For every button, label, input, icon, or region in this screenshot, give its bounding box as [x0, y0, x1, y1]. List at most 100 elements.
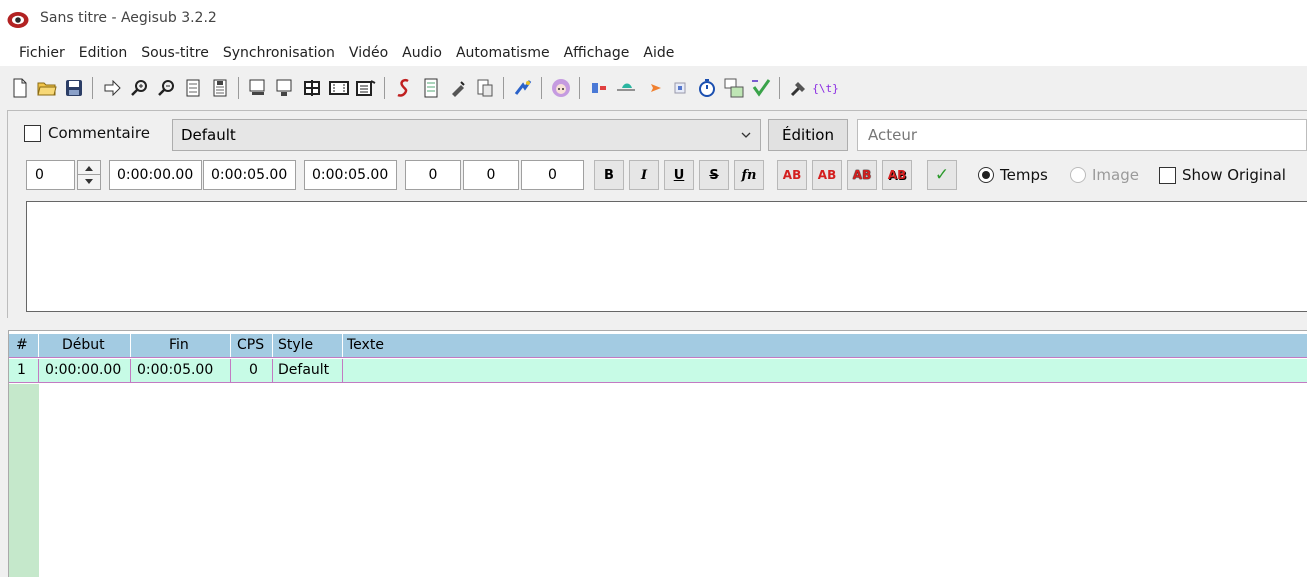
menu-bar: Fichier Edition Sous-titre Synchronisati…: [0, 40, 1307, 66]
video-zoom-icon[interactable]: [300, 76, 324, 100]
subtitle-text-editor[interactable]: [26, 201, 1307, 312]
toolbar-separator: [579, 77, 580, 99]
comment-checkbox[interactable]: [24, 125, 41, 142]
menu-aide[interactable]: Aide: [636, 45, 681, 61]
checkmark-icon: ✓: [934, 165, 950, 185]
layer-field[interactable]: 0: [26, 160, 75, 190]
shift-times-icon[interactable]: [246, 76, 270, 100]
fonts-collector-icon[interactable]: [473, 76, 497, 100]
col-end-header: Fin: [169, 337, 189, 353]
keyframes-icon[interactable]: [354, 76, 378, 100]
col-cps-header: CPS: [237, 337, 265, 353]
toolbar-separator: [503, 77, 504, 99]
edit-style-button[interactable]: Édition: [768, 119, 848, 151]
attachments-icon[interactable]: [446, 76, 470, 100]
toolbar-separator: [238, 77, 239, 99]
tag-toggle-icon[interactable]: {\t}: [812, 76, 839, 100]
row-number: 1: [17, 362, 26, 378]
menu-audio[interactable]: Audio: [395, 45, 449, 61]
video-details-icon[interactable]: [327, 76, 351, 100]
primary-color-button[interactable]: AB: [777, 160, 807, 190]
row-end-time: 0:00:05.00: [137, 362, 214, 378]
select-lines-icon[interactable]: [668, 76, 692, 100]
new-file-icon[interactable]: [8, 76, 32, 100]
col-style-header: Style: [278, 337, 314, 353]
shadow-color-button[interactable]: AB: [882, 160, 912, 190]
resample-icon[interactable]: [587, 76, 611, 100]
grid-gutter: [9, 384, 39, 577]
window-title: Sans titre - Aegisub 3.2.2: [40, 10, 217, 26]
show-original-label: Show Original: [1182, 166, 1286, 184]
kanji-timer-icon[interactable]: [641, 76, 665, 100]
outline-color-button[interactable]: AB: [847, 160, 877, 190]
end-time-field[interactable]: 0:00:05.00: [203, 160, 296, 190]
toolbar-separator: [541, 77, 542, 99]
translation-icon[interactable]: [722, 76, 746, 100]
commit-button[interactable]: ✓: [927, 160, 957, 190]
options-icon[interactable]: [787, 76, 811, 100]
grid-header: # Début Fin CPS Style Texte: [9, 334, 1307, 358]
comment-label: Commentaire: [48, 124, 150, 142]
spin-up-icon[interactable]: [78, 161, 100, 175]
frame-mode-radio[interactable]: [1070, 167, 1086, 183]
toolbar-separator: [384, 77, 385, 99]
underline-button[interactable]: U: [664, 160, 694, 190]
timer-icon[interactable]: [695, 76, 719, 100]
time-mode-radio[interactable]: [978, 167, 994, 183]
zoom-in-icon[interactable]: [127, 76, 151, 100]
styles-manager-icon[interactable]: [392, 76, 416, 100]
toolbar-separator: [779, 77, 780, 99]
actor-field[interactable]: Acteur: [857, 119, 1307, 151]
properties-icon[interactable]: [419, 76, 443, 100]
shift-to-video-icon[interactable]: [273, 76, 297, 100]
menu-synchronisation[interactable]: Synchronisation: [216, 45, 342, 61]
margin-vertical-field[interactable]: 0: [521, 160, 584, 190]
menu-sous-titre[interactable]: Sous-titre: [134, 45, 216, 61]
table-row[interactable]: 1 0:00:00.00 0:00:05.00 0 Default: [9, 359, 1307, 383]
spin-down-icon[interactable]: [78, 175, 100, 189]
row-style: Default: [278, 362, 330, 378]
tag-toggle-label: {\t}: [812, 81, 839, 95]
strikeout-button[interactable]: S: [699, 160, 729, 190]
automation-icon[interactable]: [511, 76, 535, 100]
save-icon[interactable]: [62, 76, 86, 100]
font-button[interactable]: fn: [734, 160, 764, 190]
spellcheck-icon[interactable]: [749, 76, 773, 100]
jump-to-icon[interactable]: [100, 76, 124, 100]
col-start-header: Début: [62, 337, 105, 353]
toolbar: {\t}: [0, 72, 1307, 104]
duration-field[interactable]: 0:00:05.00: [304, 160, 397, 190]
start-time-field[interactable]: 0:00:00.00: [109, 160, 202, 190]
secondary-color-button[interactable]: AB: [812, 160, 842, 190]
snap-end-icon[interactable]: [208, 76, 232, 100]
menu-affichage[interactable]: Affichage: [557, 45, 637, 61]
show-original-checkbox[interactable]: [1159, 167, 1176, 184]
menu-automatisme[interactable]: Automatisme: [449, 45, 557, 61]
menu-video[interactable]: Vidéo: [342, 45, 395, 61]
row-start-time: 0:00:00.00: [45, 362, 122, 378]
col-number-header: #: [16, 337, 28, 353]
open-folder-icon[interactable]: [35, 76, 59, 100]
aegisub-logo-icon: [7, 12, 29, 28]
assistant-icon[interactable]: [549, 76, 573, 100]
layer-spinner[interactable]: [77, 160, 101, 190]
toolbar-separator: [92, 77, 93, 99]
margin-left-field[interactable]: 0: [405, 160, 461, 190]
frame-mode-label: Image: [1092, 166, 1139, 184]
style-select[interactable]: Default: [172, 119, 761, 151]
title-bar: Sans titre - Aegisub 3.2.2: [0, 0, 1307, 40]
actor-placeholder: Acteur: [868, 126, 918, 144]
row-cps: 0: [249, 362, 258, 378]
chevron-down-icon: [741, 132, 751, 138]
bold-button[interactable]: B: [594, 160, 624, 190]
snap-start-icon[interactable]: [181, 76, 205, 100]
col-text-header: Texte: [347, 337, 384, 353]
time-mode-label: Temps: [1000, 166, 1048, 184]
menu-edition[interactable]: Edition: [72, 45, 134, 61]
menu-fichier[interactable]: Fichier: [12, 45, 72, 61]
timing-post-icon[interactable]: [614, 76, 638, 100]
style-value: Default: [181, 126, 236, 144]
margin-right-field[interactable]: 0: [463, 160, 519, 190]
italic-button[interactable]: I: [629, 160, 659, 190]
zoom-out-icon[interactable]: [154, 76, 178, 100]
